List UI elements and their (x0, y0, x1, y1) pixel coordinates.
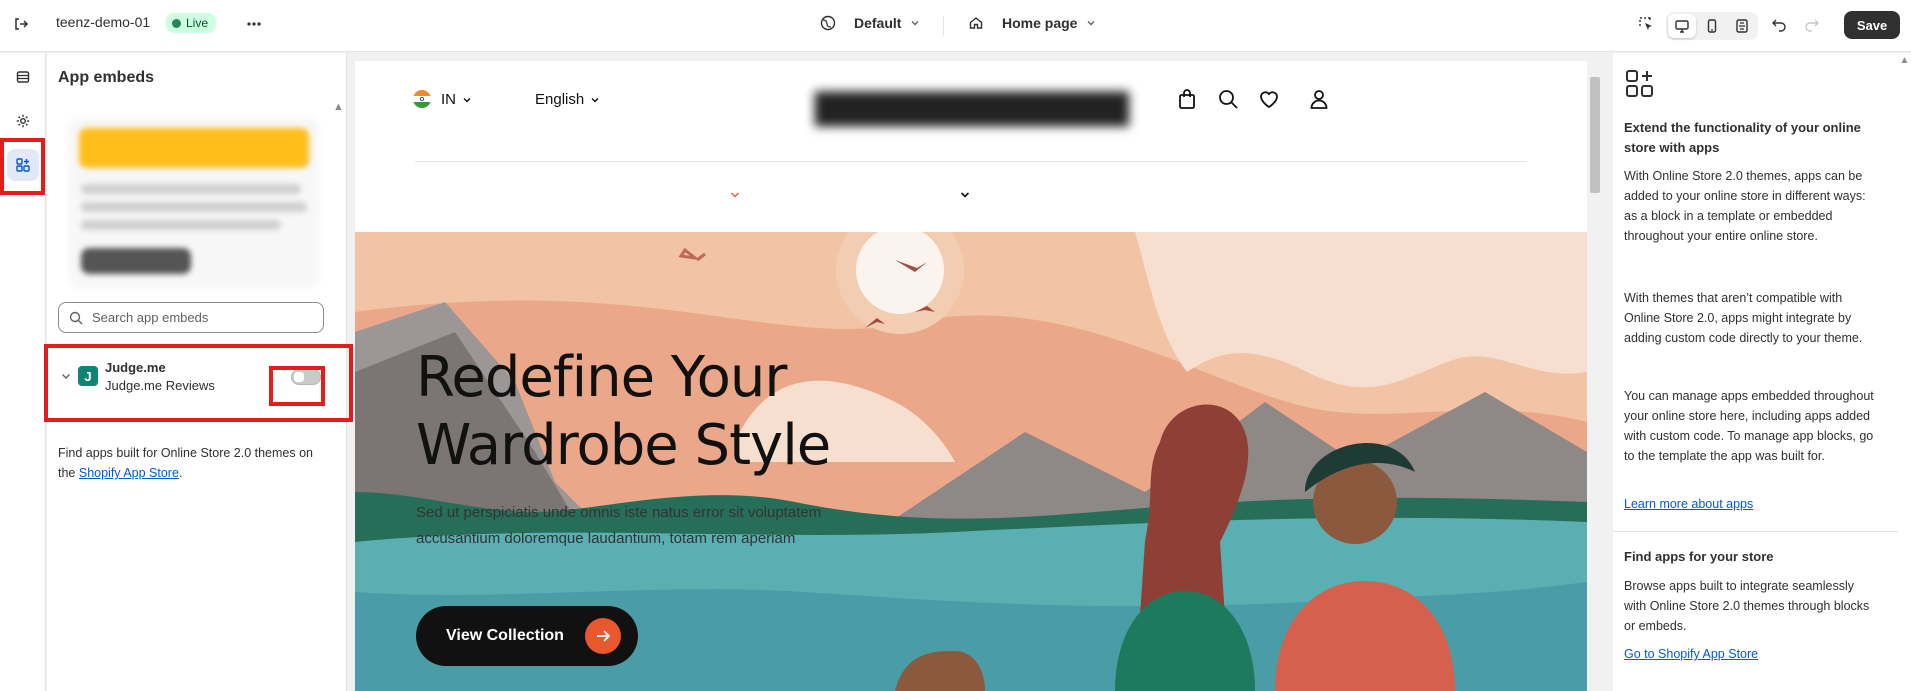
hero-title-line2: Wardrobe Style (416, 413, 831, 478)
search-icon[interactable] (1217, 88, 1239, 110)
toggle-knob (294, 372, 304, 382)
chevron-down-icon (909, 17, 921, 29)
chevron-down-icon[interactable] (959, 189, 971, 201)
cart-icon[interactable] (1177, 88, 1197, 110)
scroll-up-icon[interactable]: ▲ (333, 101, 344, 113)
page-select[interactable]: Home page (968, 15, 1097, 31)
chevron-down-icon (462, 95, 472, 105)
info-heading: Extend the functionality of your online … (1624, 120, 1861, 155)
status-badge: Live (166, 13, 217, 33)
chevron-down-icon[interactable] (60, 370, 72, 382)
app-embeds-panel: App embeds ▲ J Judge.me Judge.me Reviews… (47, 53, 347, 691)
page-select-label: Home page (1002, 15, 1078, 31)
sections-icon[interactable] (7, 61, 39, 93)
undo-icon[interactable] (1771, 16, 1787, 32)
search-icon (69, 311, 83, 325)
search-field[interactable] (58, 302, 324, 333)
shopify-app-store-link[interactable]: Shopify App Store (79, 466, 179, 480)
info-heading: Find apps for your store (1624, 549, 1774, 564)
language-label: English (535, 91, 585, 108)
shopify-app-store-link[interactable]: Go to Shopify App Store (1624, 647, 1758, 661)
preview-scrollbar[interactable] (1587, 61, 1603, 691)
promo-line (81, 184, 301, 194)
divider (943, 16, 944, 36)
search-input[interactable] (92, 310, 312, 325)
country-label: IN (441, 91, 456, 108)
promo-card (69, 118, 319, 288)
panel-title: App embeds (58, 69, 155, 86)
india-flag-icon (413, 90, 431, 108)
status-badge-label: Live (186, 16, 209, 30)
store-name: teenz-demo-01 (56, 14, 151, 30)
viewport-switcher (1666, 12, 1758, 40)
preview-canvas: IN English ▇▇▇▇▇▇▇▇▇▇▇▇ Redefine Your Wa… (355, 53, 1603, 691)
store-logo[interactable]: ▇▇▇▇▇▇▇▇▇▇▇▇ (815, 87, 1129, 127)
find-apps-text: Find apps built for Online Store 2.0 the… (58, 443, 328, 483)
view-collection-label: View Collection (446, 627, 564, 644)
arrow-right-icon (585, 618, 621, 654)
desktop-view-icon[interactable] (1668, 14, 1696, 38)
chevron-down-icon[interactable] (729, 189, 741, 201)
theme-icon (820, 15, 836, 31)
app-embed-subtitle: Judge.me Reviews (105, 378, 215, 393)
live-dot-icon (172, 18, 181, 28)
info-paragraph: With Online Store 2.0 themes, apps can b… (1624, 169, 1866, 243)
app-embed-toggle[interactable] (291, 369, 321, 385)
exit-icon[interactable] (12, 15, 30, 33)
info-panel: Extend the functionality of your online … (1613, 53, 1898, 691)
settings-gear-icon[interactable] (7, 105, 39, 137)
app-embed-name: Judge.me (105, 360, 166, 375)
wishlist-heart-icon[interactable] (1258, 88, 1280, 110)
store-header: IN English ▇▇▇▇▇▇▇▇▇▇▇▇ (355, 61, 1587, 198)
fullscreen-view-icon[interactable] (1728, 14, 1756, 38)
hero-subtitle: Sed ut perspiciatis unde omnis iste natu… (416, 504, 822, 547)
find-apps-suffix: . (178, 466, 183, 480)
learn-more-link[interactable]: Learn more about apps (1624, 497, 1753, 511)
theme-select-label: Default (854, 15, 902, 31)
redo-icon[interactable] (1804, 16, 1820, 32)
promo-banner (79, 128, 309, 168)
hero-title: Redefine Your Wardrobe Style (416, 344, 831, 480)
account-user-icon[interactable] (1309, 88, 1329, 110)
mobile-view-icon[interactable] (1698, 14, 1726, 38)
language-select[interactable]: English (535, 91, 600, 108)
view-collection-button[interactable]: View Collection (416, 606, 638, 666)
hero-title-line1: Redefine Your (416, 345, 787, 410)
storefront-preview: IN English ▇▇▇▇▇▇▇▇▇▇▇▇ Redefine Your Wa… (355, 61, 1587, 691)
editor-topbar: teenz-demo-01 Live Default Home page Sav… (0, 0, 1911, 52)
divider (1613, 531, 1898, 532)
scroll-up-icon[interactable]: ▲ (1898, 53, 1911, 691)
home-icon (968, 15, 984, 31)
chevron-down-icon (590, 95, 600, 105)
header-divider (415, 161, 1527, 162)
sidebar-rail (0, 53, 46, 691)
judgeme-logo-icon: J (78, 366, 98, 386)
chevron-down-icon (1085, 17, 1097, 29)
scrollbar-thumb[interactable] (1590, 77, 1600, 193)
inspector-icon[interactable] (1637, 15, 1655, 33)
country-select[interactable]: IN (441, 91, 472, 108)
promo-line (81, 202, 307, 212)
hero-banner: Redefine Your Wardrobe Style Sed ut pers… (355, 232, 1587, 691)
promo-line (81, 220, 281, 230)
info-paragraph: Browse apps built to integrate seamlessl… (1624, 579, 1870, 633)
app-embeds-icon[interactable] (7, 149, 39, 181)
promo-button[interactable] (81, 248, 191, 274)
save-button[interactable]: Save (1844, 11, 1900, 39)
info-paragraph: You can manage apps embedded throughout … (1624, 389, 1874, 463)
info-paragraph: With themes that aren’t compatible with … (1624, 291, 1863, 345)
more-actions-icon[interactable] (245, 15, 263, 33)
theme-select[interactable]: Default (820, 15, 921, 31)
app-embed-row: J Judge.me Judge.me Reviews (58, 343, 324, 403)
apps-add-icon (1624, 68, 1656, 100)
